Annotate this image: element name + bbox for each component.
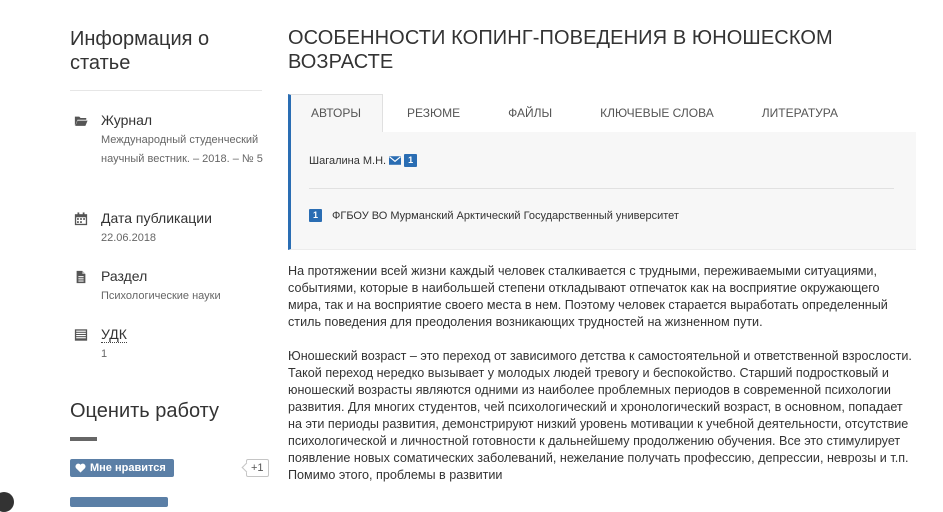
scroll-to-top-button[interactable] bbox=[0, 492, 14, 512]
rate-title-underline bbox=[70, 437, 97, 441]
article-main: ОСОБЕННОСТИ КОПИНГ-ПОВЕДЕНИЯ В ЮНОШЕСКОМ… bbox=[288, 0, 916, 482]
info-label-journal: Журнал bbox=[101, 112, 153, 128]
article-tabs: Авторы Резюме Файлы Ключевые слова Литер… bbox=[288, 94, 916, 132]
info-item-udk: УДК 1 bbox=[70, 325, 293, 364]
article-paragraph: На протяжении всей жизни каждый человек … bbox=[288, 264, 888, 329]
article-info-sidebar: Информация о статье Журнал Международный… bbox=[70, 0, 269, 507]
author-affiliation-badge: 1 bbox=[404, 154, 418, 167]
tab-authors[interactable]: Авторы bbox=[288, 94, 383, 132]
info-value-publication-date: 22.06.2018 bbox=[101, 232, 157, 244]
book-icon bbox=[74, 329, 88, 341]
envelope-icon[interactable] bbox=[389, 156, 402, 165]
file-icon bbox=[76, 270, 86, 284]
folder-open-icon bbox=[74, 116, 88, 126]
rate-work-title: Оценить работу bbox=[70, 400, 220, 422]
authors-panel-divider bbox=[309, 188, 894, 189]
info-value-section: Психологические науки bbox=[101, 290, 221, 302]
like-button-label: Мне нравится bbox=[90, 462, 166, 474]
info-item-section: Раздел Психологические науки bbox=[70, 267, 293, 306]
affiliation-badge: 1 bbox=[309, 209, 322, 222]
like-count-badge: +1 bbox=[246, 459, 269, 477]
authors-tab-panel: Шагалина М.Н. 1 1 ФГБОУ ВО Мурманский Ар… bbox=[288, 132, 916, 250]
info-label-publication-date: Дата публикации bbox=[101, 210, 212, 226]
like-button[interactable]: Мне нравится bbox=[70, 459, 174, 477]
info-item-journal: Журнал Международный студенческий научны… bbox=[70, 111, 293, 169]
author-entry: Шагалина М.Н. 1 bbox=[309, 154, 418, 167]
sidebar-divider bbox=[70, 90, 262, 91]
info-value-journal: Международный студенческий научный вестн… bbox=[101, 134, 263, 165]
share-button[interactable] bbox=[70, 497, 168, 507]
info-label-udk[interactable]: УДК bbox=[101, 325, 293, 343]
affiliation-name: ФГБОУ ВО Мурманский Арктический Государс… bbox=[332, 209, 679, 222]
article-body: На протяжении всей жизни каждый человек … bbox=[288, 263, 916, 501]
article-title: ОСОБЕННОСТИ КОПИНГ-ПОВЕДЕНИЯ В ЮНОШЕСКОМ… bbox=[288, 27, 833, 73]
heart-icon bbox=[75, 463, 86, 473]
calendar-icon bbox=[74, 212, 88, 226]
author-name: Шагалина М.Н. bbox=[309, 154, 387, 167]
tab-files[interactable]: Файлы bbox=[484, 94, 576, 132]
udk-abbr[interactable]: УДК bbox=[101, 326, 127, 343]
article-paragraph: Юношеский возраст – это переход от завис… bbox=[288, 349, 912, 482]
sidebar-title: Информация о статье bbox=[70, 28, 210, 74]
info-label-section: Раздел bbox=[101, 268, 148, 284]
tab-keywords[interactable]: Ключевые слова bbox=[576, 94, 738, 132]
tab-summary[interactable]: Резюме bbox=[383, 94, 484, 132]
info-value-udk: 1 bbox=[101, 348, 108, 360]
affiliation-entry: 1 ФГБОУ ВО Мурманский Арктический Госуда… bbox=[309, 209, 679, 222]
tab-references[interactable]: Литература bbox=[738, 94, 862, 132]
info-item-publication-date: Дата публикации 22.06.2018 bbox=[70, 209, 293, 248]
